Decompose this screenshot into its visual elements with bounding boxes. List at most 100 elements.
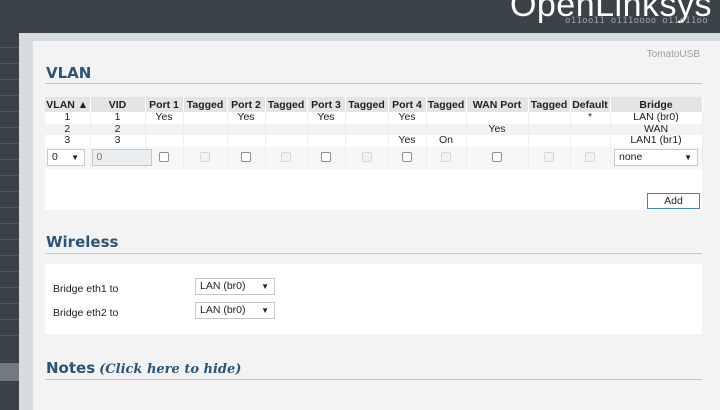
section-divider [45,253,702,254]
vid-input[interactable]: 0 [91,149,152,166]
cell-port1: Yes [145,111,184,124]
cell-tagged4-checkbox [426,146,467,169]
cell-tagged1-checkbox [183,146,228,169]
sidebar-item[interactable] [0,111,19,112]
col-header-vid[interactable]: VID [90,97,146,112]
sidebar-item[interactable] [0,335,19,336]
cell-port3: Yes [307,111,346,124]
bridge-select[interactable]: none ▼ [614,149,698,166]
table-row[interactable]: 2 2 Yes WAN [45,123,703,135]
sidebar-item[interactable] [0,287,19,288]
cell-wan-port: Yes [466,123,529,135]
sidebar-item[interactable] [0,271,19,272]
port4-checkbox[interactable] [402,151,412,162]
bridge-eth2-select[interactable]: LAN (br0) ▼ [195,302,275,319]
col-header-port1[interactable]: Port 1 [145,97,184,112]
vlan-table-container: VLAN ▲ VID Port 1 Tagged Port 2 Tagged P… [45,97,703,210]
cell-port2-checkbox [227,146,266,169]
cell-bridge: LAN1 (br1) [610,134,703,147]
chevron-down-icon: ▼ [261,306,269,315]
bridge-select-value: none [619,151,643,163]
sidebar-item[interactable] [0,255,19,256]
sidebar-item[interactable] [0,79,19,80]
sidebar-item[interactable] [0,223,19,224]
wan-port-checkbox[interactable] [492,151,502,162]
cell-tagged-wan [528,135,571,147]
sidebar-item[interactable] [0,95,19,96]
cell-vid-input: 0 [90,146,152,169]
cell-port4: Yes [388,134,427,147]
cell-default: * [570,111,611,124]
cell-tagged-wan [528,123,571,135]
cell-port4-checkbox [388,146,427,169]
sidebar-item[interactable] [0,159,19,160]
table-row[interactable]: 3 3 Yes On LAN1 (br1) [45,134,703,147]
brand-tag: TomatoUSB [646,49,700,60]
sidebar-item[interactable] [0,303,19,304]
cell-tagged3 [345,135,389,147]
notes-toggle-link[interactable]: (Click here to hide) [99,362,241,377]
cell-wan-port [466,135,529,147]
col-header-tagged2[interactable]: Tagged [265,97,308,112]
table-row[interactable]: 1 1 Yes Yes Yes Yes * LAN (br0) [45,111,703,124]
tagged4-checkbox [441,151,451,162]
cell-port3 [307,135,346,147]
sidebar-item[interactable] [0,47,19,48]
cell-port1 [145,123,184,135]
sidebar-item[interactable] [0,143,19,144]
chevron-down-icon: ▼ [261,282,269,291]
col-header-vlan[interactable]: VLAN ▲ [45,97,91,112]
add-button[interactable]: Add [647,193,700,209]
notes-title-text: Notes [46,359,96,377]
vlan-table: VLAN ▲ VID Port 1 Tagged Port 2 Tagged P… [45,97,703,169]
port1-checkbox[interactable] [159,151,169,162]
col-header-port3[interactable]: Port 3 [307,97,346,112]
vlan-select[interactable]: 0 ▼ [47,149,85,166]
cell-tagged3 [345,112,389,124]
cell-bridge: LAN (br0) [610,111,703,124]
sidebar-item-active[interactable] [0,363,19,381]
cell-tagged1 [183,112,228,124]
cell-vid: 3 [90,134,146,147]
sidebar-item[interactable] [0,319,19,320]
cell-default-checkbox [570,146,611,169]
sidebar [0,33,19,410]
col-header-tagged-wan[interactable]: Tagged [528,97,571,112]
col-header-wan-port[interactable]: WAN Port [466,97,529,112]
main-content: TomatoUSB VLAN VLAN ▲ VID Port 1 Tagged … [33,41,720,410]
notes-section-title: Notes (Click here to hide) [46,359,241,377]
port2-checkbox[interactable] [241,151,251,162]
chevron-down-icon: ▼ [684,153,692,162]
sidebar-item[interactable] [0,127,19,128]
col-header-tagged3[interactable]: Tagged [345,97,389,112]
chevron-down-icon: ▼ [71,153,79,162]
new-vlan-row: 0 ▼ 0 none ▼ [45,146,703,169]
col-header-bridge[interactable]: Bridge [610,97,703,112]
wireless-section-title: Wireless [46,233,119,251]
cell-tagged2 [265,123,308,135]
bridge-eth1-select[interactable]: LAN (br0) ▼ [195,278,275,295]
col-header-port4[interactable]: Port 4 [388,97,427,112]
sidebar-item[interactable] [0,239,19,240]
bridge-eth1-value: LAN (br0) [200,280,246,292]
default-checkbox [585,151,595,162]
cell-tagged4: On [426,134,467,147]
sidebar-item[interactable] [0,191,19,192]
col-header-default[interactable]: Default [570,97,611,112]
cell-port4: Yes [388,111,427,124]
port3-checkbox[interactable] [321,151,331,162]
cell-vlan: 3 [45,134,91,147]
vlan-section-title: VLAN [46,64,92,82]
cell-port3-checkbox [307,146,346,169]
cell-tagged2-checkbox [265,146,308,169]
tagged3-checkbox [361,151,372,162]
sidebar-item[interactable] [0,63,19,64]
cell-tagged3 [345,123,389,135]
vlan-select-value: 0 [52,151,58,163]
sidebar-item[interactable] [0,175,19,176]
sidebar-item[interactable] [0,207,19,208]
col-header-tagged1[interactable]: Tagged [183,97,228,112]
col-header-port2[interactable]: Port 2 [227,97,266,112]
cell-tagged-wan [528,112,571,124]
col-header-tagged4[interactable]: Tagged [426,97,467,112]
